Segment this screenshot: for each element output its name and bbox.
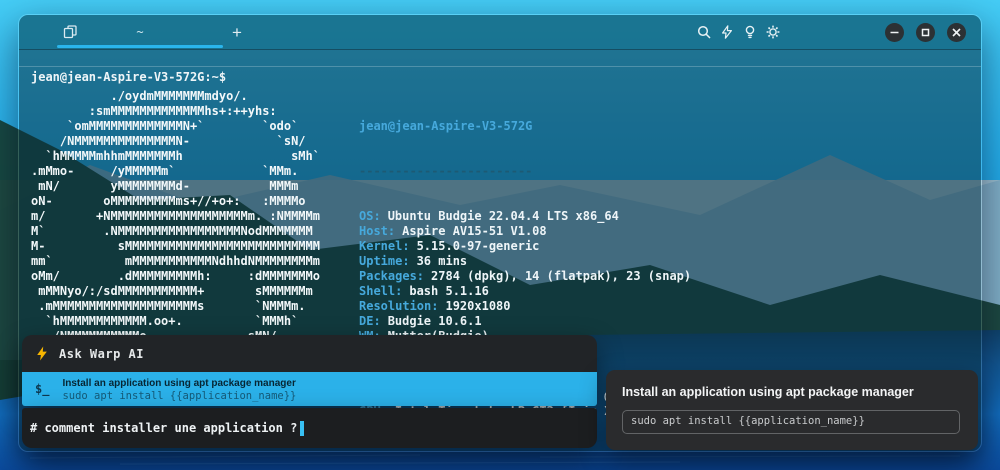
- neofetch-field: Uptime:36 mins: [359, 254, 691, 269]
- neofetch-ascii-art: ./oydmMMMMMMMmdyo/. :smMMMMMMMMMMMMMhs+:…: [31, 89, 320, 344]
- close-button[interactable]: [947, 23, 966, 42]
- toolbar-actions: [696, 15, 781, 49]
- settings-gear-icon[interactable]: [765, 24, 781, 40]
- neofetch-field: OS:Ubuntu Budgie 22.04.4 LTS x86_64: [359, 209, 691, 224]
- shell-prompt: jean@jean-Aspire-V3-572G:~$: [31, 70, 226, 85]
- neofetch-user-host: jean@jean-Aspire-V3-572G: [359, 119, 691, 134]
- neofetch-field: Packages:2784 (dpkg), 14 (flatpak), 23 (…: [359, 269, 691, 284]
- tab-bar: ~ +: [19, 15, 981, 49]
- new-tab-button[interactable]: +: [225, 20, 249, 44]
- ai-popup-title: Ask Warp AI: [59, 348, 144, 360]
- neofetch-field: DE:Budgie 10.6.1: [359, 314, 691, 329]
- neofetch-field: Resolution:1920x1080: [359, 299, 691, 314]
- desktop: ~ +: [0, 0, 1000, 470]
- block-separator: [19, 66, 981, 67]
- ai-popup-header: Ask Warp AI: [22, 335, 597, 372]
- workflow-detail-card: Install an application using apt package…: [606, 370, 978, 450]
- detail-card-command-box: sudo apt install {{application_name}}: [622, 410, 960, 434]
- minimize-button[interactable]: [885, 23, 904, 42]
- suggestion-texts: Install an application using apt package…: [62, 377, 296, 402]
- detail-card-title: Install an application using apt package…: [622, 385, 962, 399]
- text-cursor: [300, 421, 304, 436]
- tips-bulb-icon[interactable]: [742, 24, 758, 40]
- neofetch-field: Shell:bash 5.1.16: [359, 284, 691, 299]
- active-tab-underline: [57, 45, 223, 48]
- ask-warp-ai-popup: Ask Warp AI $_ Install an application us…: [22, 335, 597, 406]
- warp-ai-bolt-icon: [36, 346, 48, 361]
- suggestion-title: Install an application using apt package…: [62, 377, 296, 390]
- maximize-button[interactable]: [916, 23, 935, 42]
- ai-bolt-icon[interactable]: [719, 24, 735, 40]
- search-icon[interactable]: [696, 24, 712, 40]
- tab-home[interactable]: ~: [57, 15, 223, 49]
- tab-title: ~: [57, 15, 223, 49]
- neofetch-field: Host:Aspire AV15-51 V1.08: [359, 224, 691, 239]
- neofetch-separator: ------------------------: [359, 164, 691, 179]
- workflow-command-icon: $_: [35, 383, 49, 395]
- window-controls: [885, 15, 966, 49]
- neofetch-field: Kernel:5.15.0-97-generic: [359, 239, 691, 254]
- suggestion-command: sudo apt install {{application_name}}: [62, 390, 296, 402]
- command-input[interactable]: # comment installer une application ?: [22, 408, 597, 448]
- command-input-text: # comment installer une application ?: [30, 421, 297, 436]
- ai-suggestion-item[interactable]: $_ Install an application using apt pack…: [22, 372, 597, 406]
